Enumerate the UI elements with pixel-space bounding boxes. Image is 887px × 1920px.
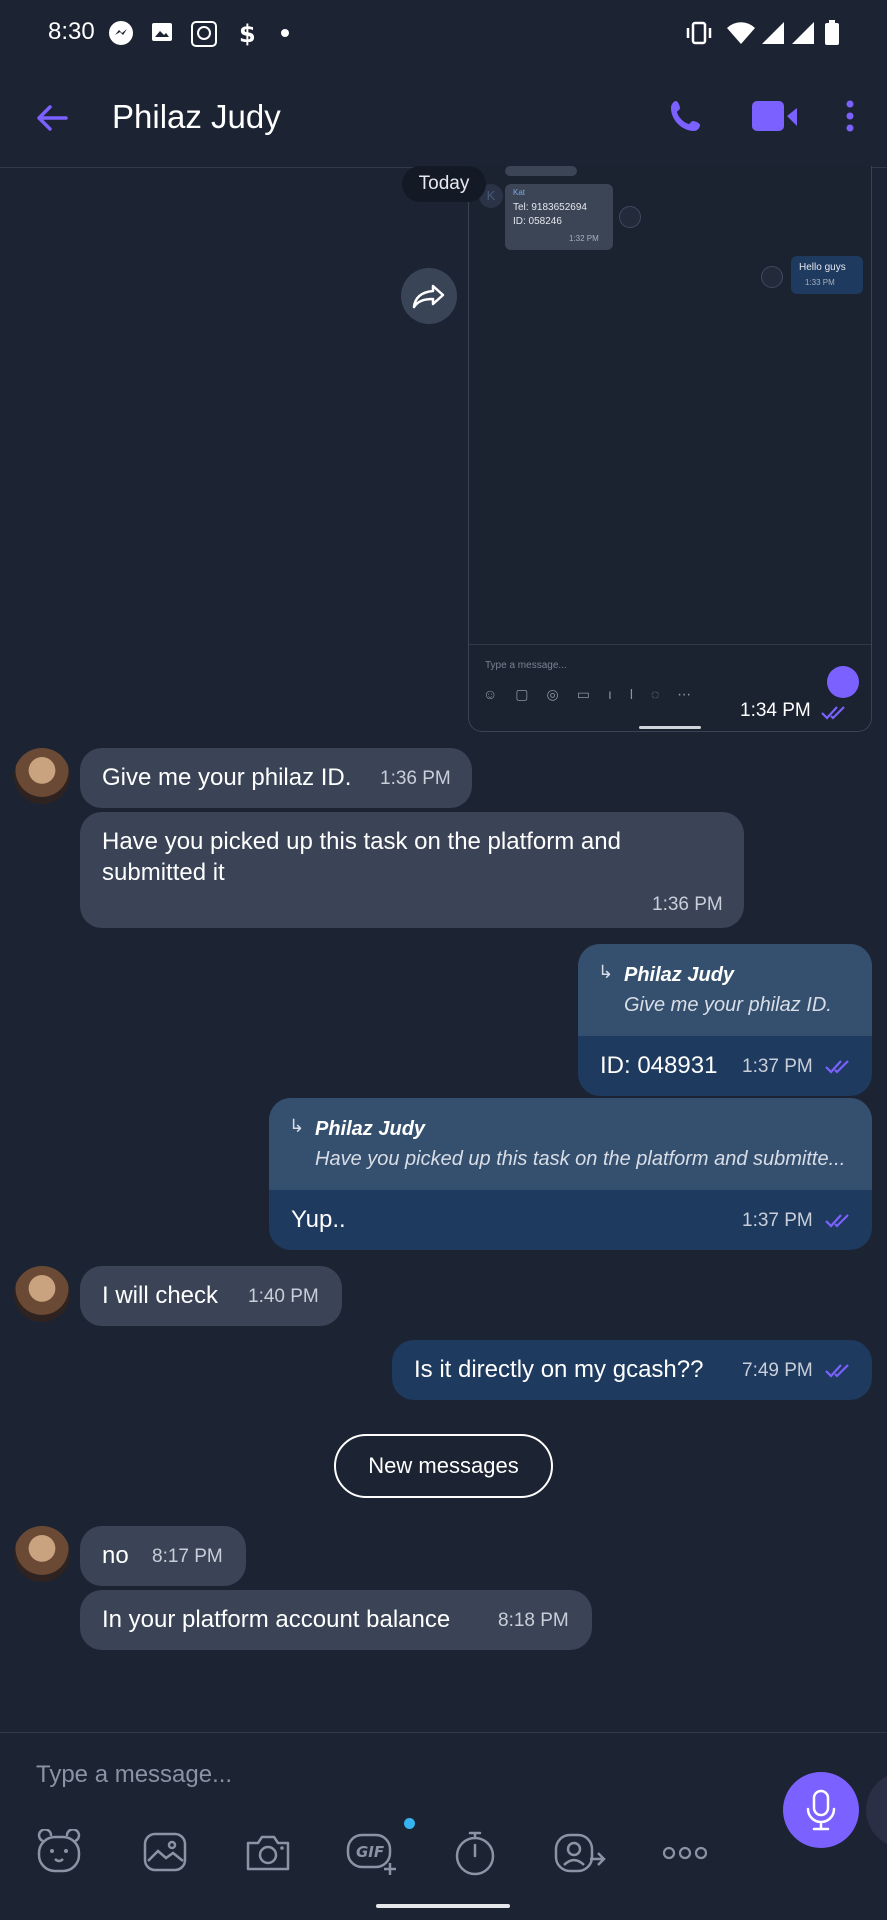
mini-outgoing-time: 1:33 PM: [805, 278, 835, 287]
gif-icon[interactable]: GIF: [344, 1829, 400, 1877]
phone-icon[interactable]: [666, 96, 706, 136]
message-time: 8:17 PM: [152, 1546, 223, 1567]
vibrate-icon: [686, 21, 712, 45]
quote-author: Philaz Judy: [315, 1118, 426, 1140]
timer-icon[interactable]: [452, 1829, 498, 1877]
message-time: 8:18 PM: [498, 1610, 569, 1631]
mini-tel: Tel: 9183652694: [513, 202, 587, 213]
reply-arrow-icon: ↳: [598, 962, 614, 982]
svg-text:GIF: GIF: [356, 1843, 385, 1861]
more-options-icon[interactable]: [838, 96, 862, 136]
mini-id: ID: 058246: [513, 216, 562, 227]
mini-heart-icon-2: [761, 266, 783, 288]
quoted-message[interactable]: ↳ Philaz Judy Give me your philaz ID.: [578, 944, 872, 1036]
mini-time: 1:32 PM: [569, 234, 599, 243]
message-text: Give me your philaz ID.: [102, 764, 352, 791]
message-text: Yup..: [291, 1206, 346, 1233]
microphone-icon: [806, 1789, 836, 1831]
quoted-message[interactable]: ↳ Philaz Judy Have you picked up this ta…: [269, 1098, 872, 1190]
message-text: no: [102, 1542, 129, 1569]
message-time: 7:49 PM: [742, 1360, 813, 1381]
read-ticks-icon: [825, 1060, 849, 1074]
image-message-time: 1:34 PM: [740, 700, 811, 721]
mini-home-indicator: [639, 726, 701, 729]
incoming-message[interactable]: no 8:17 PM: [80, 1526, 246, 1586]
outgoing-reply-message[interactable]: ↳ Philaz Judy Give me your philaz ID. ID…: [578, 944, 872, 1096]
mini-contact-name: Kat: [513, 188, 526, 197]
status-bar: 8:30 $: [0, 0, 887, 66]
read-ticks-icon: [821, 706, 845, 720]
message-text: ID: 048931: [600, 1052, 718, 1079]
quote-author: Philaz Judy: [624, 964, 735, 986]
dot-icon: [281, 29, 289, 37]
chat-header: Philaz Judy: [0, 66, 887, 168]
mini-input-placeholder: Type a message...: [485, 660, 567, 671]
message-text: In your platform account balance: [102, 1606, 451, 1633]
avatar[interactable]: [14, 1266, 70, 1322]
message-text: Is it directly on my gcash??: [414, 1356, 704, 1383]
mini-outgoing-text: Hello guys: [799, 262, 846, 273]
share-contact-icon[interactable]: [552, 1829, 608, 1877]
battery-icon: [825, 20, 839, 45]
message-text: I will check: [102, 1282, 219, 1309]
sticker-icon[interactable]: [34, 1829, 84, 1875]
signal-icon-2: [792, 22, 814, 44]
message-time: 1:36 PM: [380, 768, 451, 789]
message-time: 1:37 PM: [742, 1210, 813, 1231]
date-separator: Today: [402, 166, 486, 202]
contact-name[interactable]: Philaz Judy: [112, 98, 281, 136]
forward-button[interactable]: [401, 268, 457, 324]
gif-notification-dot: [404, 1818, 415, 1829]
reply-arrow-icon: ↳: [289, 1116, 305, 1136]
message-input[interactable]: Type a message...: [36, 1761, 232, 1789]
gallery-icon: [152, 23, 172, 41]
video-call-icon[interactable]: [750, 98, 800, 136]
mini-mic-icon: [827, 666, 859, 698]
message-time: 1:40 PM: [248, 1286, 319, 1307]
read-ticks-icon: [825, 1364, 849, 1378]
image-message[interactable]: K Kat Tel: 9183652694 ID: 058246 1:32 PM…: [468, 166, 872, 732]
more-icon[interactable]: [662, 1843, 708, 1863]
home-indicator: [376, 1904, 510, 1908]
back-arrow-icon[interactable]: [30, 96, 74, 140]
mini-heart-icon: [619, 206, 641, 228]
outgoing-reply-message[interactable]: ↳ Philaz Judy Have you picked up this ta…: [269, 1098, 872, 1250]
incoming-message[interactable]: Have you picked up this task on the plat…: [80, 812, 744, 928]
voice-message-button[interactable]: [783, 1772, 859, 1848]
incoming-message[interactable]: I will check 1:40 PM: [80, 1266, 342, 1326]
quote-text: Have you picked up this task on the plat…: [315, 1148, 846, 1170]
new-messages-button[interactable]: New messages: [334, 1434, 553, 1498]
viber-icon: [191, 21, 217, 47]
message-time: 1:36 PM: [652, 894, 723, 915]
camera-icon[interactable]: [242, 1829, 294, 1875]
mini-divider: [469, 644, 871, 645]
incoming-message[interactable]: Give me your philaz ID. 1:36 PM: [80, 748, 472, 808]
quote-text: Give me your philaz ID.: [624, 994, 832, 1016]
mini-toolbar-icons: ☺▢◎▭ıl◌⋯: [483, 686, 710, 702]
forward-icon: [412, 284, 445, 309]
mini-outgoing-bubble: Hello guys 1:33 PM: [791, 256, 863, 294]
status-time: 8:30: [48, 18, 95, 45]
message-text: Have you picked up this task on the plat…: [102, 828, 621, 886]
messenger-icon: [109, 21, 133, 45]
message-composer: Type a message... GIF: [0, 1732, 887, 1920]
signal-icon: [762, 22, 784, 44]
incoming-message[interactable]: In your platform account balance 8:18 PM: [80, 1590, 592, 1650]
read-ticks-icon: [825, 1214, 849, 1228]
mini-top-bubble: [505, 166, 577, 176]
wifi-icon: [727, 22, 755, 44]
dollar-icon: $: [239, 20, 256, 46]
avatar[interactable]: [14, 1526, 70, 1582]
outgoing-message[interactable]: Is it directly on my gcash?? 7:49 PM: [392, 1340, 872, 1400]
svg-text:$: $: [239, 20, 256, 46]
message-time: 1:37 PM: [742, 1056, 813, 1077]
avatar[interactable]: [14, 748, 70, 804]
gallery-icon[interactable]: [140, 1829, 190, 1875]
